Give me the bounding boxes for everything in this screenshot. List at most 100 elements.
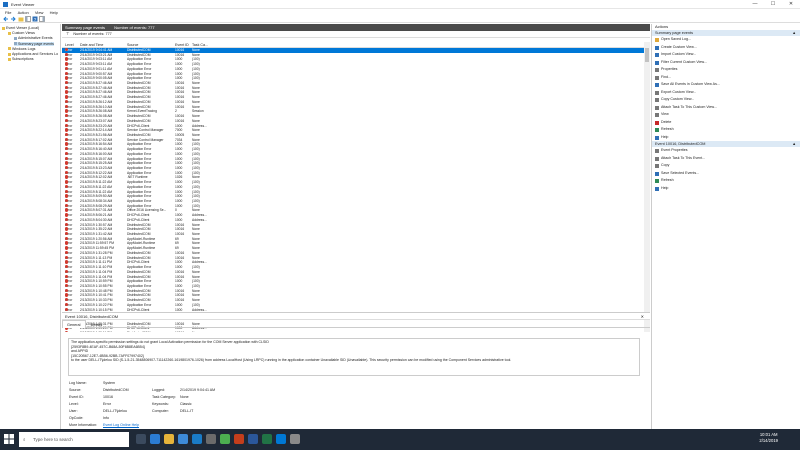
action-item[interactable]: Filter Current Custom View... [652,59,800,67]
action-item[interactable]: Attach Task To This Event... [652,155,800,163]
action-icon [655,171,659,176]
forward-icon[interactable] [10,16,16,22]
action-label: View [661,112,669,116]
tree-item[interactable]: Administrative Events [14,36,53,40]
filter-icon: ⊤ [66,32,70,36]
tab-general[interactable]: General [62,320,86,328]
back-icon[interactable] [3,16,9,22]
edge-icon[interactable] [150,434,160,444]
source-value: DistributedCOM [103,388,129,392]
event-id-value: 10016 [103,395,113,399]
action-item[interactable]: Help [652,134,800,142]
column-level[interactable]: Level [65,43,74,47]
event-message[interactable]: The application-specific permission sett… [68,338,640,376]
minimize-button[interactable]: — [746,0,764,9]
store-icon[interactable] [178,434,188,444]
tree-item[interactable]: Summary page events [14,41,54,46]
mail-icon[interactable] [192,434,202,444]
event-log-online-help-link[interactable]: Event Log Online Help [103,423,139,427]
error-icon [65,246,69,250]
navigation-tree: Event Viewer (Local) Custom Views Administ… [0,24,61,429]
word-icon[interactable] [248,434,258,444]
system-clock[interactable]: 10:01 AM 2/14/2019 [759,432,778,444]
user-value: DELL-IT\jdelou [103,409,127,413]
tree-item-label: Subscriptions [12,57,34,62]
computer-value: DELL-IT [180,409,194,413]
settings-icon[interactable] [206,434,216,444]
column-event-id[interactable]: Event ID [175,43,189,47]
action-item[interactable]: View [652,111,800,119]
task-view-icon[interactable] [136,434,146,444]
action-label: Create Custom View... [661,44,697,49]
action-item[interactable]: Refresh [652,177,800,185]
action-item[interactable]: Export Custom View... [652,89,800,97]
events-grid: Level Date and Time Source Event ID Task… [62,42,644,332]
action-item[interactable]: Delete [652,119,800,127]
column-task-category[interactable]: Task Ca... [192,43,208,47]
tree-item-label: Applications and Services Lo [12,52,59,56]
action-label: Delete [661,119,672,124]
outlook-icon[interactable] [276,434,286,444]
action-item[interactable]: Refresh [652,126,800,134]
chrome-icon[interactable] [220,434,230,444]
action-item[interactable]: Import Custom View... [652,51,800,59]
action-icon [655,75,659,80]
action-icon [655,60,659,65]
powerpoint-icon[interactable] [234,434,244,444]
taskbar-search-input[interactable]: ⌕ Type here to search [19,432,129,447]
action-item[interactable]: Properties [652,66,800,74]
action-item[interactable]: Find... [652,74,800,82]
file-explorer-icon[interactable] [164,434,174,444]
folder-icon[interactable] [18,16,24,22]
tree-item[interactable]: Subscriptions [8,57,34,61]
logged-label: Logged: [152,388,165,392]
actions-section-view-label: Summary page events [655,31,693,35]
action-item[interactable]: Attach Task To This Custom View... [652,104,800,112]
search-placeholder: Type here to search [33,437,73,442]
action-item[interactable]: Copy [652,162,800,170]
action-item[interactable]: Save All Events in Custom View As... [652,81,800,89]
action-pane-icon[interactable] [39,16,45,22]
tree-item[interactable]: Event Viewer (Local) [2,26,39,30]
event-viewer-taskbar-icon[interactable] [290,434,300,444]
scroll-thumb[interactable] [645,48,649,62]
action-item[interactable]: Save Selected Events... [652,170,800,178]
level-value: Error [103,402,111,406]
details-close-icon[interactable]: ✕ [641,313,644,320]
column-source[interactable]: Source [127,43,138,47]
action-label: Filter Current Custom View... [661,59,707,64]
tab-details[interactable]: Details [87,321,107,329]
action-icon [655,68,659,72]
folder-icon [8,31,11,35]
action-item[interactable]: Copy Custom View... [652,96,800,104]
keywords-value: Classic [180,402,192,406]
console-tree-icon[interactable] [25,16,31,22]
actions-section-event-label: Event 10016, DistributedCOM [655,142,706,146]
close-button[interactable]: ✕ [782,0,800,9]
window-title: Event Viewer [11,2,35,7]
action-label: Copy Custom View... [661,97,695,101]
windows-start-icon[interactable] [3,433,15,445]
tree-item[interactable]: Applications and Services Lo [8,52,58,56]
action-icon [655,113,659,117]
tree-item-label: Summary page events [18,41,54,46]
tree-item[interactable]: Custom Views [8,31,35,35]
custom-view-icon [14,36,17,40]
more-info-link-wrap: Event Log Online Help [103,423,139,427]
maximize-button[interactable]: ☐ [764,0,782,9]
custom-view-icon [14,42,17,46]
action-item[interactable]: Create Custom View... [652,44,800,52]
action-item[interactable]: Event Properties [652,147,800,155]
tree-item-label: Windows Logs [12,46,36,51]
action-label: Attach Task To This Event... [661,155,706,160]
action-item[interactable]: Help [652,185,800,193]
task-category-label: Task Category: [152,395,176,399]
action-item[interactable]: Open Saved Log... [652,36,800,44]
grid-scrollbar[interactable] [644,42,650,332]
help-icon[interactable]: ? [32,16,38,22]
tree-item[interactable]: Windows Logs [8,47,35,51]
action-icon [655,38,659,42]
action-icon [655,186,659,191]
column-date-time[interactable]: Date and Time [80,43,103,47]
excel-icon[interactable] [262,434,272,444]
